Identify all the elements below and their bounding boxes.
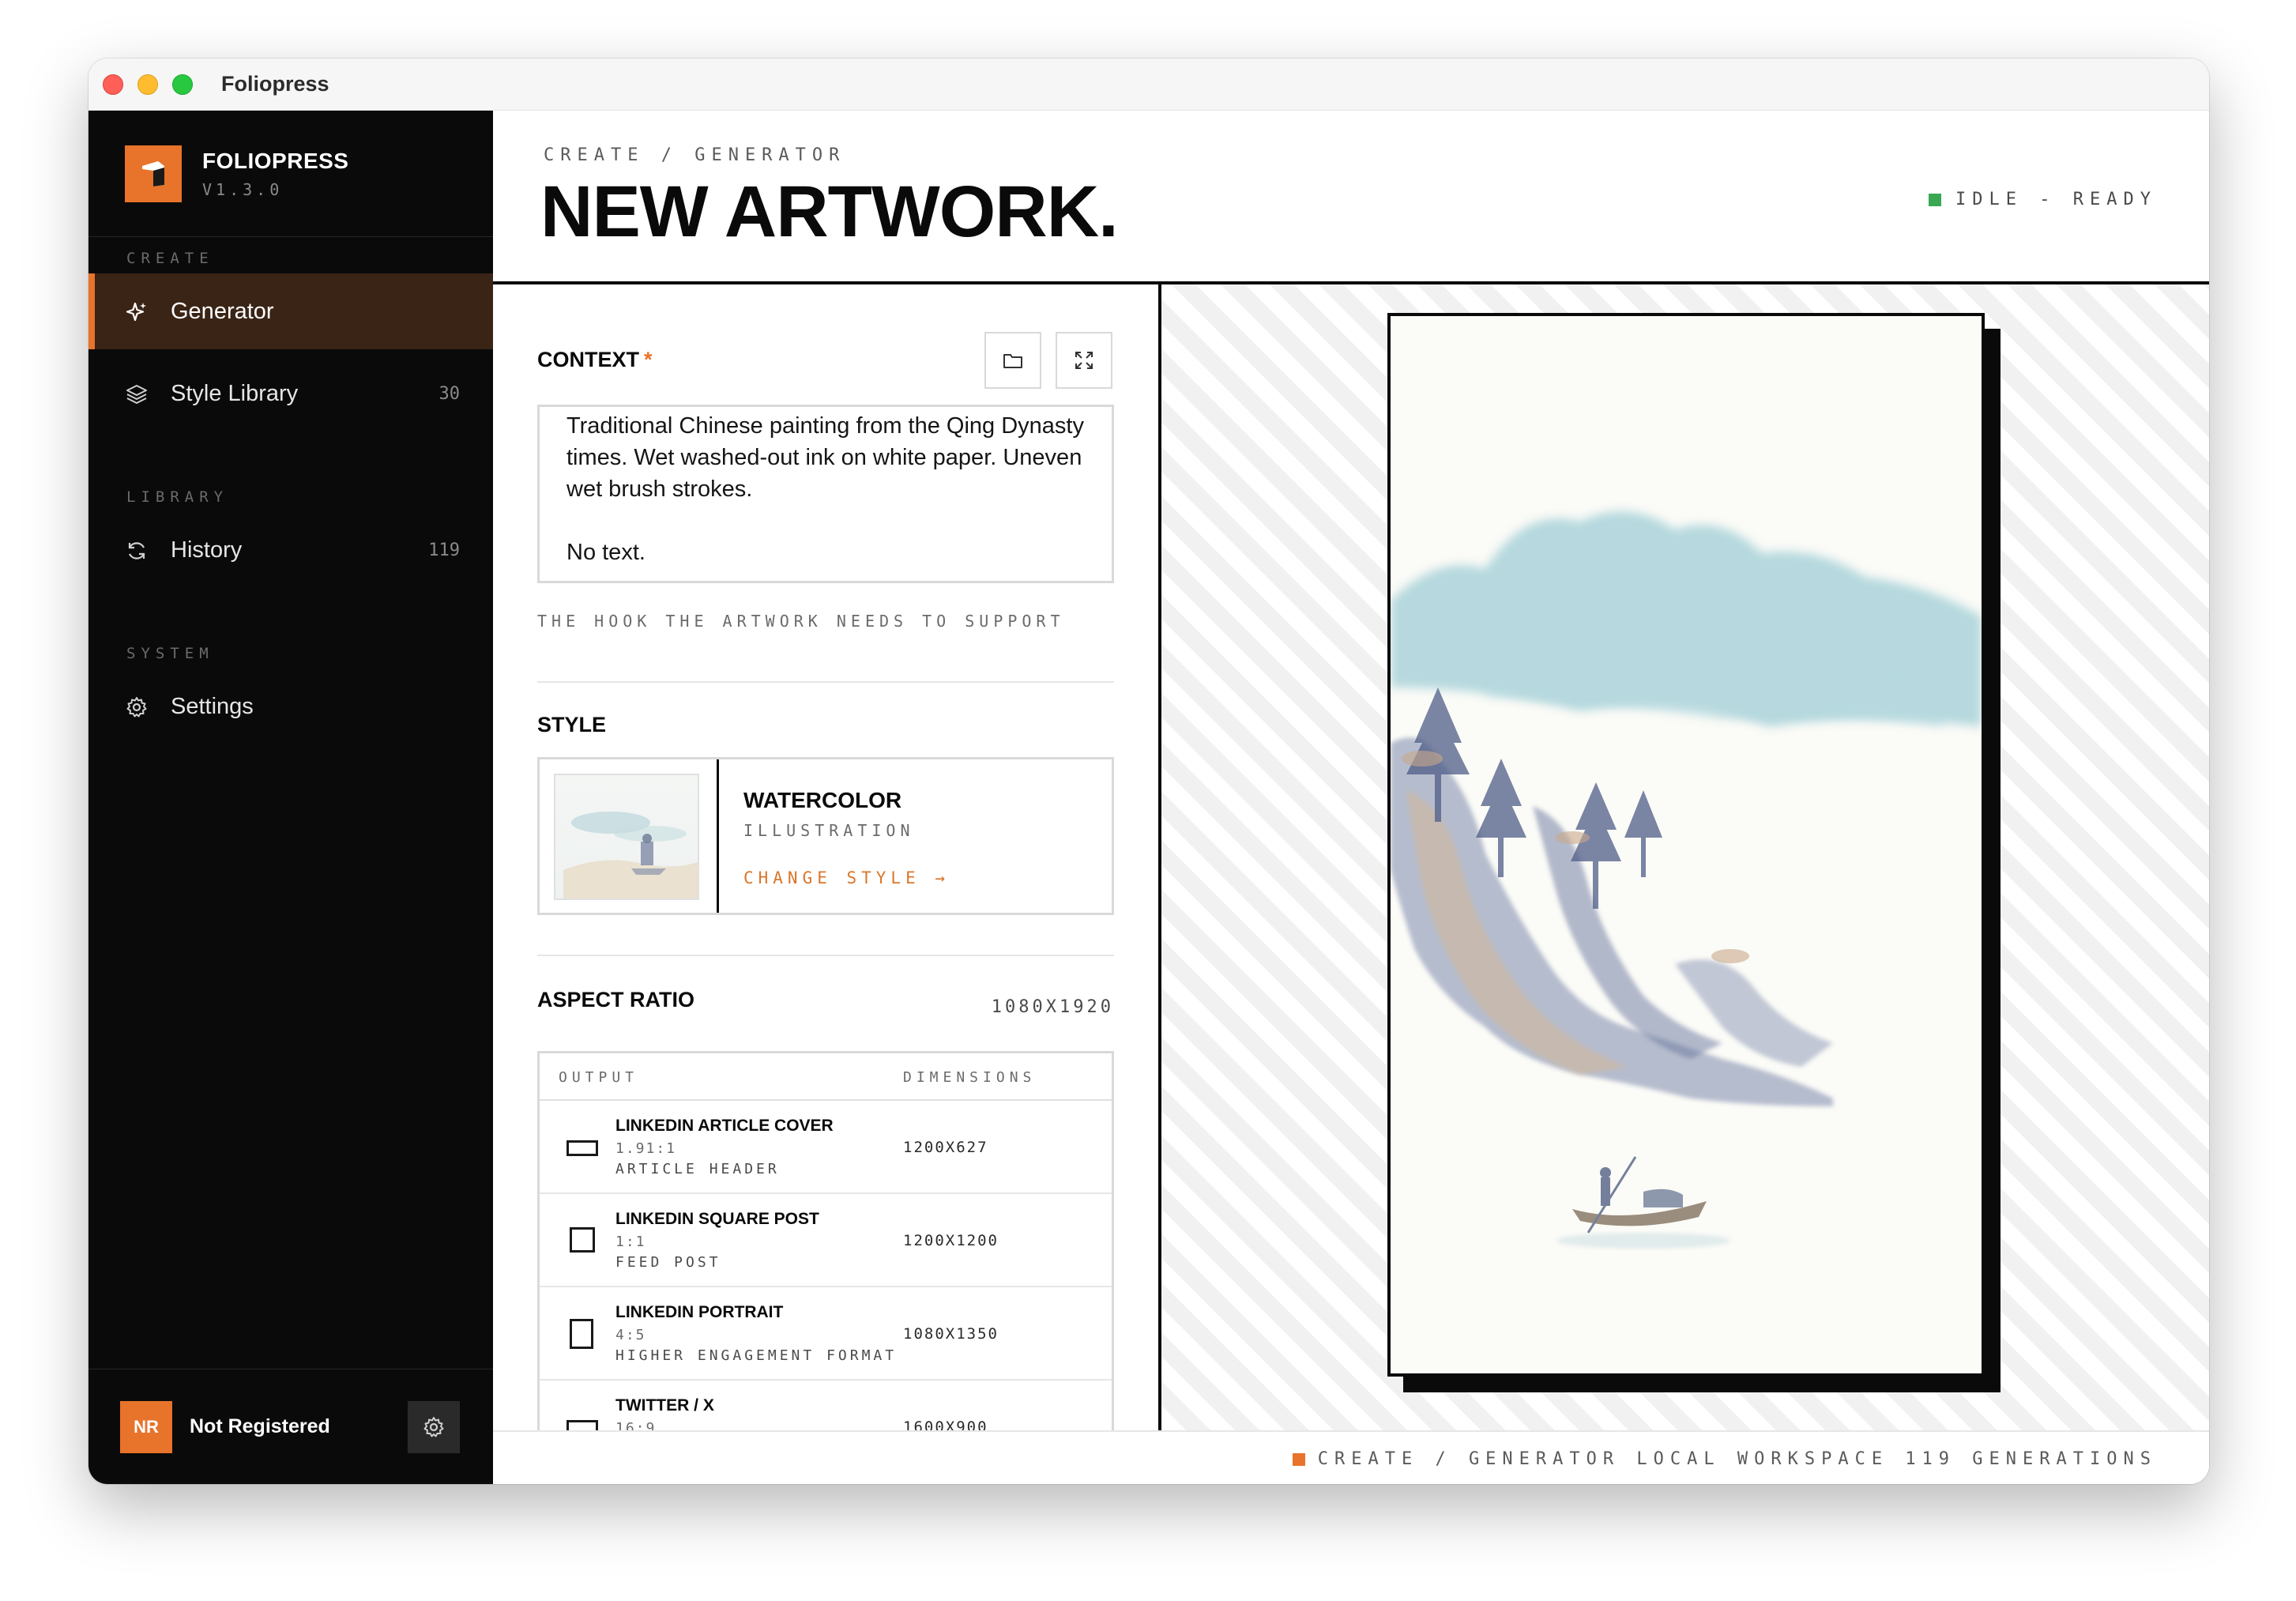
ratio-name: LINKEDIN PORTRAIT: [615, 1303, 784, 1321]
refresh-icon: [128, 542, 145, 559]
style-library-count: 30: [438, 384, 461, 404]
section-divider: [537, 681, 1114, 683]
artwork-preview: [1161, 284, 2209, 1430]
ratio-value: 1.91:1: [615, 1140, 677, 1157]
ratio-name: TWITTER / X: [615, 1396, 714, 1415]
gear-icon: [126, 697, 147, 718]
style-category: ILLUSTRATION: [743, 821, 915, 840]
context-hint: THE HOOK THE ARTWORK NEEDS TO SUPPORT: [537, 612, 1065, 631]
sidebar-item-history[interactable]: History 119: [88, 512, 493, 588]
status-text: IDLE - READY: [1955, 190, 2157, 209]
sidebar-item-generator[interactable]: Generator: [88, 273, 493, 349]
style-label: STYLE: [537, 713, 607, 736]
table-header: OUTPUT DIMENSIONS: [540, 1053, 1112, 1101]
table-row[interactable]: TWITTER / X 16:9 1600X900: [540, 1381, 1112, 1430]
ratio-value: 16:9: [615, 1420, 657, 1430]
table-row[interactable]: LINKEDIN PORTRAIT 4:5 HIGHER ENGAGEMENT …: [540, 1287, 1112, 1381]
required-mark: *: [644, 348, 653, 371]
context-label: CONTEXT *: [537, 348, 653, 371]
title-bar: Foliopress: [88, 58, 2209, 111]
breadcrumb: CREATE / GENERATOR: [544, 145, 846, 165]
sidebar-item-label: Settings: [171, 694, 254, 719]
ratio-use: FEED POST: [615, 1254, 721, 1271]
expand-button[interactable]: [1056, 332, 1112, 389]
sidebar: FOLIOPRESS V1.3.0 CREATE Generator Style…: [88, 111, 493, 1484]
open-folder-button[interactable]: [984, 332, 1041, 389]
context-textarea[interactable]: Traditional Chinese painting from the Qi…: [537, 405, 1114, 583]
square-ratio-icon: [570, 1227, 595, 1253]
ratio-value: 1:1: [615, 1234, 646, 1250]
history-count: 119: [428, 541, 460, 560]
ratio-use: ARTICLE HEADER: [615, 1161, 780, 1177]
ratio-name: LINKEDIN SQUARE POST: [615, 1210, 819, 1228]
ratio-name: LINKEDIN ARTICLE COVER: [615, 1117, 834, 1135]
page-title: NEW ARTWORK.: [540, 171, 1119, 252]
sidebar-item-settings[interactable]: Settings: [88, 669, 493, 744]
close-window-button[interactable]: [103, 74, 123, 95]
user-name: Not Registered: [190, 1415, 330, 1437]
brand-name: FOLIOPRESS: [202, 149, 349, 173]
status-bar-label: CREATE / GENERATOR LOCAL WORKSPACE 119 G…: [1317, 1449, 2157, 1469]
section-label-system: SYSTEM: [126, 645, 214, 662]
gear-icon: [423, 1417, 444, 1437]
column-header-output: OUTPUT: [559, 1069, 639, 1086]
ratio-dimensions: 1080X1350: [903, 1325, 999, 1343]
table-row[interactable]: LINKEDIN SQUARE POST 1:1 FEED POST 1200X…: [540, 1194, 1112, 1287]
aspect-ratio-label: ASPECT RATIO: [537, 988, 695, 1011]
logo-icon: [125, 145, 182, 202]
ratio-value: 4:5: [615, 1327, 646, 1343]
widescreen-ratio-icon: [566, 1420, 598, 1430]
ratio-use: HIGHER ENGAGEMENT FORMAT: [615, 1347, 898, 1364]
sparkle-icon: [126, 302, 146, 322]
account-settings-button[interactable]: [408, 1401, 460, 1453]
sidebar-item-label: Generator: [171, 299, 274, 324]
sidebar-footer: NR Not Registered: [88, 1369, 493, 1484]
layers-icon: [126, 385, 147, 404]
avatar[interactable]: NR: [120, 1401, 172, 1453]
ratio-dimensions: 1200X1200: [903, 1232, 999, 1249]
zoom-window-button[interactable]: [172, 74, 193, 95]
ratio-dimensions: 1200X627: [903, 1139, 988, 1156]
section-label-create: CREATE: [126, 250, 214, 267]
section-divider: [537, 955, 1114, 956]
brand-version: V1.3.0: [202, 180, 284, 199]
sidebar-item-label: Style Library: [171, 381, 299, 406]
change-style-link[interactable]: CHANGE STYLE →: [743, 868, 950, 887]
minimize-window-button[interactable]: [137, 74, 158, 95]
section-label-library: LIBRARY: [126, 488, 229, 506]
table-row[interactable]: LINKEDIN ARTICLE COVER 1.91:1 ARTICLE HE…: [540, 1101, 1112, 1194]
sidebar-item-label: History: [171, 537, 243, 563]
style-thumbnail: [554, 774, 699, 900]
status-bar-text: CREATE / GENERATOR LOCAL WORKSPACE 119 G…: [1292, 1449, 2157, 1469]
status-indicator: IDLE - READY: [1929, 190, 2157, 209]
status-bar: CREATE / GENERATOR LOCAL WORKSPACE 119 G…: [493, 1430, 2209, 1484]
status-bar-dot: [1292, 1452, 1305, 1466]
wide-ratio-icon: [566, 1140, 598, 1156]
style-card[interactable]: WATERCOLOR ILLUSTRATION CHANGE STYLE →: [537, 757, 1114, 915]
app-window: Foliopress FOLIOPRESS V1.3.0 CREATE Gene…: [88, 58, 2209, 1484]
style-name: WATERCOLOR: [743, 788, 902, 812]
folder-icon: [1003, 354, 1022, 368]
ratio-dimensions: 1600X900: [903, 1418, 988, 1430]
expand-icon: [1075, 352, 1093, 369]
main-content: CREATE / GENERATOR NEW ARTWORK. IDLE - R…: [493, 111, 2209, 1484]
window-title: Foliopress: [221, 72, 329, 96]
form-column: CONTEXT * Traditional Chinese painting fr…: [493, 284, 1158, 1430]
sidebar-item-style-library[interactable]: Style Library 30: [88, 356, 493, 431]
column-header-dimensions: DIMENSIONS: [903, 1069, 1037, 1086]
portrait-ratio-icon: [570, 1319, 593, 1349]
artwork-image[interactable]: [1387, 313, 1985, 1377]
aspect-ratio-current: 1080X1920: [991, 997, 1114, 1017]
status-dot: [1929, 193, 1942, 206]
style-card-divider: [717, 759, 719, 913]
aspect-ratio-table: OUTPUT DIMENSIONS LINKEDIN ARTICLE COVER…: [537, 1051, 1114, 1430]
brand: FOLIOPRESS V1.3.0: [88, 111, 493, 237]
